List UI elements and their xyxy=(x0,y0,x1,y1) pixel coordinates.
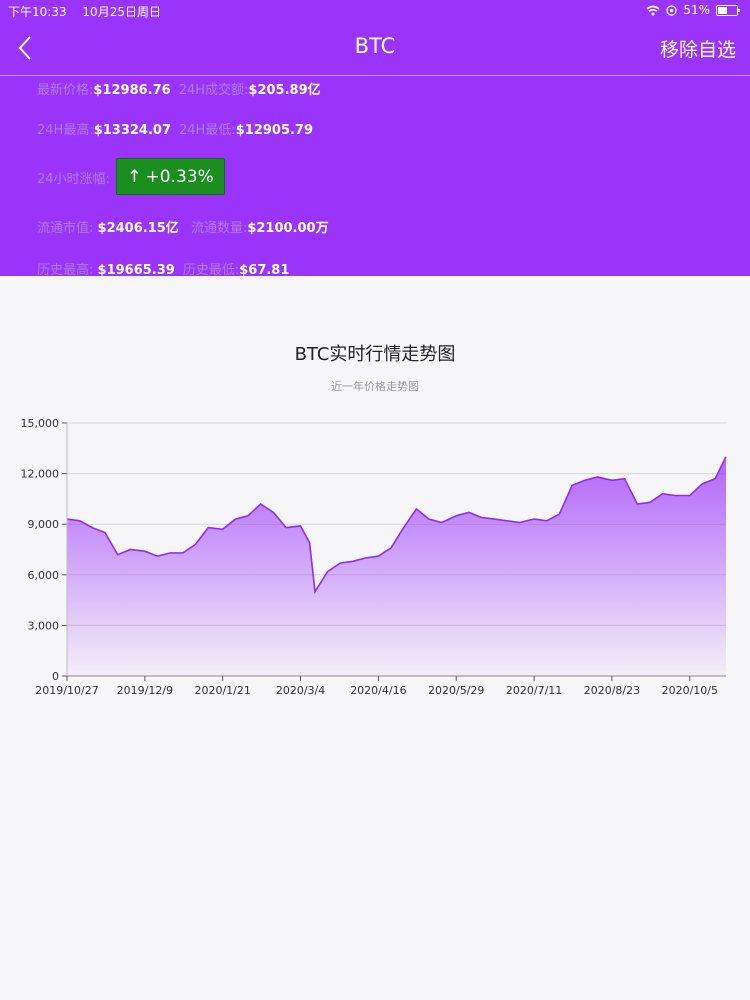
market-cap-row: 流通市值: $2406.15亿 流通数量:$2100.00万 xyxy=(37,217,337,236)
status-time-date: 下午10:33 10月25日周日 xyxy=(8,3,173,20)
change-24h-badge: ↑ +0.33% xyxy=(116,158,225,195)
battery-percent: 51% xyxy=(683,3,710,17)
nav-bar: BTC 移除自选 xyxy=(0,20,750,76)
x-tick-label: 2020/8/23 xyxy=(584,684,640,697)
y-tick-label: 3,000 xyxy=(28,619,60,632)
x-tick-label: 2019/12/9 xyxy=(117,684,173,697)
low-24h-value: $12905.79 xyxy=(235,123,314,138)
chart-subtitle: 近一年价格走势图 xyxy=(331,380,419,393)
x-tick-label: 2020/1/21 xyxy=(194,684,250,697)
market-cap-label: 流通市值: xyxy=(37,221,94,236)
x-tick-label: 2020/4/16 xyxy=(350,684,406,697)
y-tick-label: 9,000 xyxy=(28,518,60,531)
status-time: 下午10:33 xyxy=(8,5,67,19)
wifi-icon xyxy=(646,5,660,15)
up-arrow-icon: ↑ xyxy=(127,166,142,187)
x-tick-label: 2020/10/5 xyxy=(662,684,718,697)
status-indicators: 51% xyxy=(646,3,740,17)
low-24h-label: 24H最低: xyxy=(179,123,236,138)
coin-info-panel: 最新价格:$12986.76 24H成交额:$205.89亿 24H最高:$133… xyxy=(0,76,750,278)
volume-24h-value: $205.89亿 xyxy=(248,83,321,98)
change-24h-row: 24小时涨幅: xyxy=(37,168,110,187)
status-date: 10月25日周日 xyxy=(82,5,161,19)
x-tick-label: 2019/10/27 xyxy=(35,684,98,697)
x-tick-label: 2020/3/4 xyxy=(276,684,325,697)
y-tick-label: 15,000 xyxy=(21,417,60,430)
chart-title: BTC实时行情走势图 xyxy=(294,344,456,365)
latest-price-label: 最新价格: xyxy=(37,83,94,98)
circulating-value: $2100.00万 xyxy=(247,221,329,236)
high-24h-label: 24H最高: xyxy=(37,123,94,138)
x-tick-label: 2020/5/29 xyxy=(428,684,484,697)
high-low-row: 24H最高:$13324.07 24H最低:$12905.79 xyxy=(37,119,321,138)
x-tick-label: 2020/7/11 xyxy=(506,684,562,697)
y-tick-label: 6,000 xyxy=(28,569,60,582)
remove-favorite-button[interactable]: 移除自选 xyxy=(660,35,736,62)
y-tick-label: 12,000 xyxy=(21,468,60,481)
price-area-fill xyxy=(67,456,726,676)
price-chart-section: BTC实时行情走势图 近一年价格走势图 0 3,000 6,000 9,000 12,0… xyxy=(0,276,750,1000)
circulating-label: 流通数量: xyxy=(190,221,248,236)
price-volume-row: 最新价格:$12986.76 24H成交额:$205.89亿 xyxy=(37,79,329,98)
price-chart[interactable]: 0 3,000 6,000 9,000 12,000 15,000 2019/10/27 20… xyxy=(0,406,750,836)
high-24h-value: $13324.07 xyxy=(93,123,172,138)
page-title: BTC xyxy=(354,34,396,58)
y-tick-label: 0 xyxy=(52,670,59,683)
volume-24h-label: 24H成交额: xyxy=(178,83,249,98)
change-24h-label: 24小时涨幅: xyxy=(37,172,110,187)
location-icon xyxy=(666,4,677,16)
latest-price-value: $12986.76 xyxy=(93,83,171,98)
change-24h-value: +0.33% xyxy=(145,166,214,187)
market-cap-value: $2406.15亿 xyxy=(97,221,179,236)
status-bar: 下午10:33 10月25日周日 51% xyxy=(0,0,750,20)
battery-icon xyxy=(716,4,740,16)
